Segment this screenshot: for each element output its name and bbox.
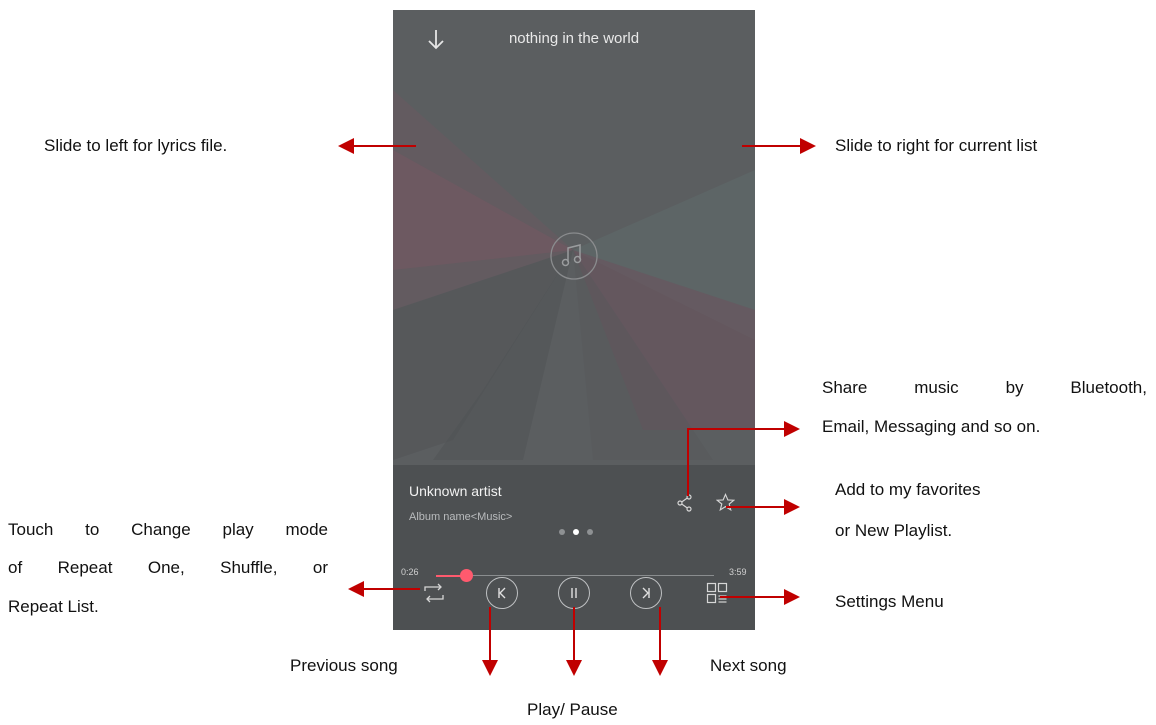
annotation-arrows — [338, 138, 816, 676]
label-left-slide: Slide to left for lyrics file. — [44, 136, 228, 155]
label-share-line2: Email, Messaging and so on. — [822, 417, 1041, 436]
label-fav-line1: Add to my favorites — [835, 480, 981, 499]
label-mode-line2: of Repeat One, Shuffle, or — [8, 558, 328, 577]
label-settings: Settings Menu — [835, 592, 944, 611]
label-play-pause: Play/ Pause — [527, 700, 618, 719]
label-share-line1: Share music by Bluetooth, — [822, 378, 1147, 397]
arrow-share — [687, 421, 800, 496]
label-mode-line3: Repeat List. — [8, 597, 99, 616]
label-mode-line1: Touch to Change play mode — [8, 520, 328, 539]
label-right-slide: Slide to right for current list — [835, 136, 1038, 155]
label-next: Next song — [710, 656, 787, 675]
label-fav-line2: or New Playlist. — [835, 521, 953, 540]
label-previous: Previous song — [290, 656, 398, 675]
